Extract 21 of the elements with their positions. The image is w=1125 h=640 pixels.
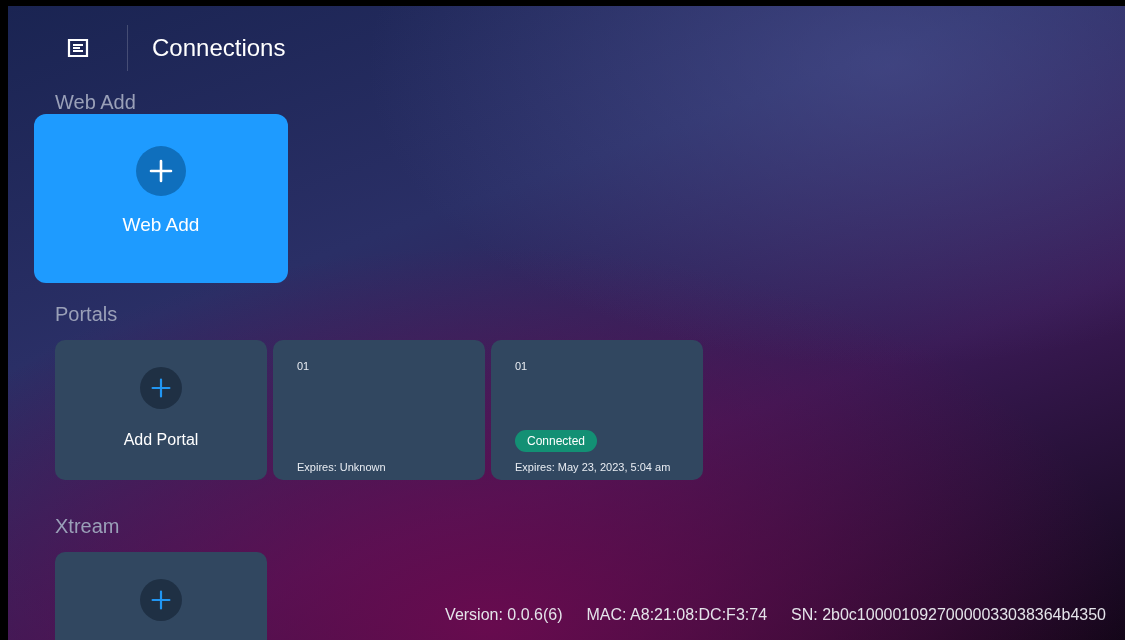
portal-name: 01 (297, 360, 311, 372)
menu-icon[interactable] (66, 36, 90, 60)
expiry-text: Expires: Unknown (297, 460, 387, 474)
card-label: Add Portal (123, 431, 199, 449)
page-title: Connections (152, 34, 286, 62)
version-text: Version: 0.0.6(6) (445, 606, 563, 624)
expiry-text: Expires: May 23, 2023, 5:04 am (515, 460, 672, 474)
mac-text: MAC: A8:21:08:DC:F3:74 (586, 606, 768, 624)
portal-card[interactable]: 01 Connected Expires: May 23, 2023, 5:04 am (491, 340, 703, 480)
add-card[interactable]: Add Portal (55, 340, 267, 480)
portal-name: 01 (515, 360, 529, 372)
section-title: Xtream (55, 514, 120, 538)
portal-card[interactable]: 01 Expires: Unknown (273, 340, 485, 480)
section-title: Web Add (55, 90, 136, 114)
serial-text: SN: 2b0c10000109270000033038364b4350 (791, 606, 1106, 624)
section-title: Portals (55, 302, 118, 326)
plus-icon (136, 146, 186, 196)
card-label: Web Add (122, 214, 200, 236)
plus-icon (140, 579, 182, 621)
status-badge: Connected (515, 430, 598, 452)
plus-icon (140, 367, 182, 409)
